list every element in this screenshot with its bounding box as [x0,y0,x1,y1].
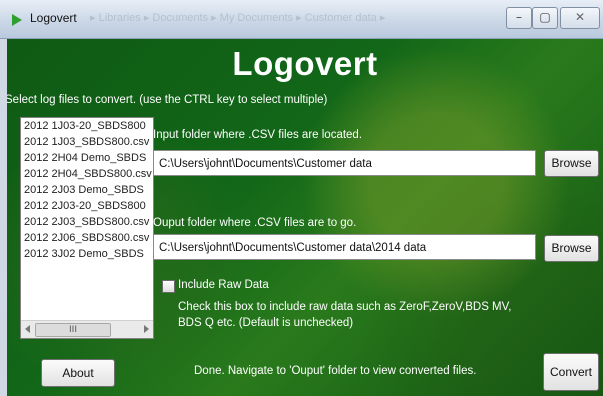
include-raw-data-label: Include Raw Data [178,279,269,291]
list-item[interactable]: 2012 2J03 Demo_SBDS [21,182,153,198]
play-icon [12,14,22,26]
maximize-button[interactable]: ▢ [532,7,558,29]
output-folder-field[interactable]: C:\Users\johnt\Documents\Customer data\2… [153,234,536,260]
file-list[interactable]: 2012 1J03-20_SBDS800 2012 1J03_SBDS800.c… [20,117,154,339]
list-item[interactable]: 2012 3J02 Demo_SBDS [21,246,153,262]
raw-data-help-line1: Check this box to include raw data such … [178,301,512,313]
breadcrumb: ▸ Libraries ▸ Documents ▸ My Documents ▸… [90,12,386,24]
list-item[interactable]: 2012 1J03-20_SBDS800 [21,118,153,134]
output-folder-label: Ouput folder where .CSV files are to go. [153,217,357,229]
horizontal-scrollbar[interactable]: III [21,320,153,338]
scroll-right-icon[interactable] [144,325,149,333]
main-panel: Logovert Select log files to convert. (u… [7,39,603,396]
scroll-thumb[interactable]: III [35,323,111,337]
instruction-text: Select log files to convert. (use the CT… [7,94,328,106]
status-text: Done. Navigate to 'Ouput' folder to view… [194,365,477,377]
title-bar[interactable]: Logovert ▸ Libraries ▸ Documents ▸ My Do… [0,0,603,39]
list-item[interactable]: 2012 1J03_SBDS800.csv [21,134,153,150]
list-item[interactable]: 2012 2J03_SBDS800.csv [21,214,153,230]
input-folder-field[interactable]: C:\Users\johnt\Documents\Customer data [153,150,536,176]
list-item[interactable]: 2012 2J06_SBDS800.csv [21,230,153,246]
app-logo: Logovert [232,45,378,82]
input-browse-button[interactable]: Browse [544,150,599,177]
convert-button[interactable]: Convert [543,353,599,391]
scroll-left-icon[interactable] [25,325,30,333]
close-button[interactable]: ✕ [560,7,600,29]
include-raw-data-checkbox[interactable] [162,280,175,293]
input-folder-label: Input folder where .CSV files are locate… [153,129,363,141]
list-item[interactable]: 2012 2J03-20_SBDS800 [21,198,153,214]
raw-data-help-line2: BDS Q etc. (Default is unchecked) [178,317,354,329]
about-button[interactable]: About [41,359,115,387]
list-item[interactable]: 2012 2H04 Demo_SBDS [21,150,153,166]
list-item[interactable]: 2012 2H04_SBDS800.csv [21,166,153,182]
output-browse-button[interactable]: Browse [544,235,599,262]
minimize-button[interactable]: – [506,7,532,29]
window-title: Logovert [30,11,77,25]
